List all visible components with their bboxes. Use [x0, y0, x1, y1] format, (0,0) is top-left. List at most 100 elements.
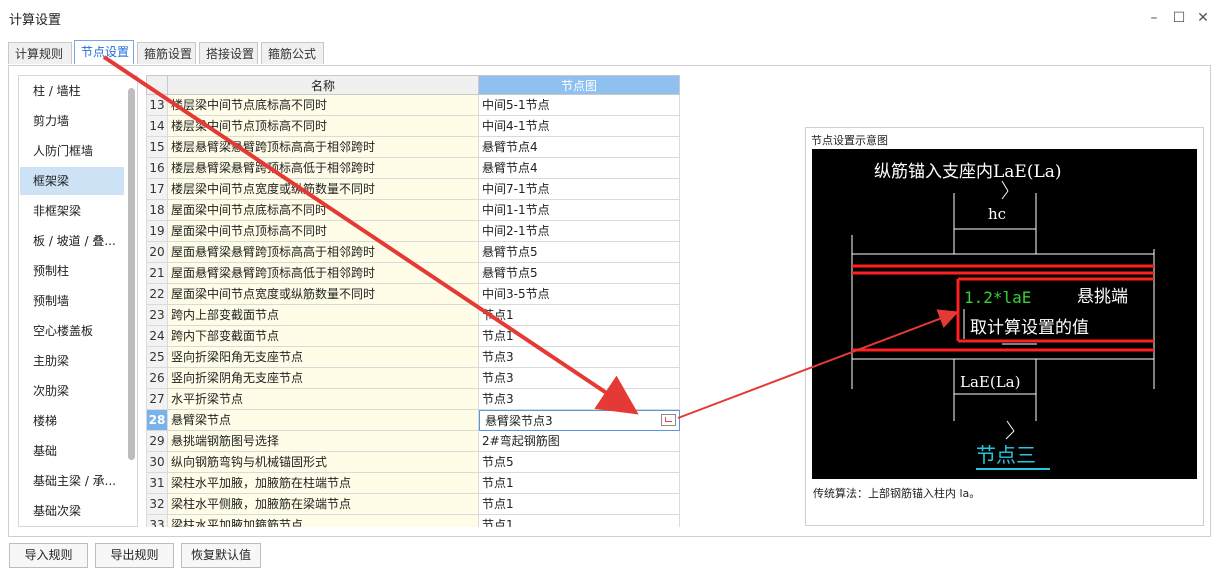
node-picker-icon[interactable]: [661, 414, 676, 426]
tab-stirrup-formula[interactable]: 箍筋公式: [261, 42, 324, 64]
table-row[interactable]: 25 竖向折梁阳角无支座节点 节点3: [146, 347, 680, 368]
row-node[interactable]: 节点1: [479, 515, 680, 527]
row-node[interactable]: 悬臂节点5: [479, 263, 680, 284]
row-node[interactable]: 中间5-1节点: [479, 95, 680, 116]
sidebar-item-frame-beam[interactable]: 框架梁: [20, 167, 124, 195]
node-preview-panel: 节点设置示意图 纵筋锚入支座内LaE(La) hc 1.2*laE 悬挑端 取计…: [805, 127, 1204, 526]
table-row[interactable]: 23 跨内上部变截面节点 节点1: [146, 305, 680, 326]
row-node[interactable]: 节点1: [479, 494, 680, 515]
row-node[interactable]: 悬臂节点5: [479, 242, 680, 263]
sidebar-item-foundation-secondary-beam[interactable]: 基础次梁: [20, 497, 124, 525]
row-node[interactable]: 中间2-1节点: [479, 221, 680, 242]
table-row[interactable]: 13 楼层梁中间节点底标高不同时 中间5-1节点: [146, 95, 680, 116]
table-row[interactable]: 15 楼层悬臂梁悬臂跨顶标高高于相邻跨时 悬臂节点4: [146, 137, 680, 158]
row-num: 26: [146, 368, 168, 389]
row-node[interactable]: 悬臂节点4: [479, 158, 680, 179]
header-num: [146, 75, 168, 95]
table-row[interactable]: 31 梁柱水平加腋，加腋筋在柱端节点 节点1: [146, 473, 680, 494]
row-name: 竖向折梁阳角无支座节点: [168, 347, 479, 368]
row-node[interactable]: 悬臂节点4: [479, 137, 680, 158]
table-row[interactable]: 27 水平折梁节点 节点3: [146, 389, 680, 410]
table-row[interactable]: 21 屋面悬臂梁悬臂跨顶标高低于相邻跨时 悬臂节点5: [146, 263, 680, 284]
title-bar: 计算设置 – ☐ ✕: [0, 0, 1211, 38]
sidebar-item-slab[interactable]: 板 / 坡道 / 叠...: [20, 227, 124, 255]
row-node[interactable]: 节点1: [479, 473, 680, 494]
tab-stirrup-settings[interactable]: 箍筋设置: [137, 42, 196, 64]
row-num: 21: [146, 263, 168, 284]
row-num: 27: [146, 389, 168, 410]
label-lae: LaE(La): [960, 373, 1020, 391]
row-node[interactable]: 节点1: [479, 305, 680, 326]
header-node[interactable]: 节点图: [478, 75, 680, 95]
table-row[interactable]: 14 楼层梁中间节点顶标高不同时 中间4-1节点: [146, 116, 680, 137]
table-row[interactable]: 19 屋面梁中间节点顶标高不同时 中间2-1节点: [146, 221, 680, 242]
sidebar-item-hollow-slab[interactable]: 空心楼盖板: [20, 317, 124, 345]
sidebar-item-nonframe-beam[interactable]: 非框架梁: [20, 197, 124, 225]
sidebar-item-precast-wall[interactable]: 预制墙: [20, 287, 124, 315]
table-row-selected[interactable]: 28 悬臂梁节点 悬臂梁节点3: [146, 410, 680, 431]
table-row[interactable]: 29 悬挑端钢筋图号选择 2#弯起钢筋图: [146, 431, 680, 452]
table-row[interactable]: 22 屋面梁中间节点宽度或纵筋数量不同时 中间3-5节点: [146, 284, 680, 305]
sidebar-item-civil-defense-wall[interactable]: 人防门框墙: [20, 137, 124, 165]
tab-lap-settings[interactable]: 搭接设置: [199, 42, 258, 64]
tab-node-settings[interactable]: 节点设置: [74, 40, 134, 64]
tab-calc-rules[interactable]: 计算规则: [8, 42, 72, 64]
label-overhang: 悬挑端: [1077, 287, 1128, 307]
restore-defaults-button[interactable]: 恢复默认值: [181, 543, 261, 568]
minimize-icon[interactable]: –: [1144, 8, 1164, 28]
table-row[interactable]: 20 屋面悬臂梁悬臂跨顶标高高于相邻跨时 悬臂节点5: [146, 242, 680, 263]
row-node[interactable]: 中间1-1节点: [479, 200, 680, 221]
row-num: 24: [146, 326, 168, 347]
row-num: 18: [146, 200, 168, 221]
row-num: 17: [146, 179, 168, 200]
row-node-editor[interactable]: 悬臂梁节点3: [479, 410, 680, 431]
component-sidebar: 柱 / 墙柱 剪力墙 人防门框墙 框架梁 非框架梁 板 / 坡道 / 叠... …: [18, 75, 138, 527]
table-row[interactable]: 33 梁柱水平加腋加箍筋节点 节点1: [146, 515, 680, 527]
row-name: 梁柱水平侧腋，加腋筋在梁端节点: [168, 494, 479, 515]
row-name: 梁柱水平加腋，加腋筋在柱端节点: [168, 473, 479, 494]
table-row[interactable]: 17 楼层梁中间节点宽度或纵筋数量不同时 中间7-1节点: [146, 179, 680, 200]
row-node[interactable]: 2#弯起钢筋图: [479, 431, 680, 452]
node-settings-table: 名称 节点图 13 楼层梁中间节点底标高不同时 中间5-1节点 14 楼层梁中间节点顶…: [146, 75, 680, 527]
row-name: 屋面梁中间节点底标高不同时: [168, 200, 479, 221]
preview-title: 节点设置示意图: [811, 134, 888, 147]
row-node[interactable]: 节点3: [479, 368, 680, 389]
row-num: 16: [146, 158, 168, 179]
sidebar-scrollbar[interactable]: [128, 88, 135, 460]
row-node[interactable]: 中间7-1节点: [479, 179, 680, 200]
sidebar-item-main-rib-beam[interactable]: 主肋梁: [20, 347, 124, 375]
row-name: 楼层梁中间节点顶标高不同时: [168, 116, 479, 137]
table-row[interactable]: 32 梁柱水平侧腋，加腋筋在梁端节点 节点1: [146, 494, 680, 515]
table-row[interactable]: 30 纵向钢筋弯钩与机械锚固形式 节点5: [146, 452, 680, 473]
window-title: 计算设置: [9, 13, 62, 28]
sidebar-item-column[interactable]: 柱 / 墙柱: [20, 77, 124, 105]
sidebar-item-shear-wall[interactable]: 剪力墙: [20, 107, 124, 135]
table-row[interactable]: 18 屋面梁中间节点底标高不同时 中间1-1节点: [146, 200, 680, 221]
row-node[interactable]: 中间3-5节点: [479, 284, 680, 305]
row-name: 竖向折梁阴角无支座节点: [168, 368, 479, 389]
sidebar-item-secondary-rib-beam[interactable]: 次肋梁: [20, 377, 124, 405]
header-name[interactable]: 名称: [167, 75, 479, 95]
close-icon[interactable]: ✕: [1193, 8, 1211, 28]
row-node[interactable]: 节点1: [479, 326, 680, 347]
table-row[interactable]: 16 楼层悬臂梁悬臂跨顶标高低于相邻跨时 悬臂节点4: [146, 158, 680, 179]
table-row[interactable]: 24 跨内下部变截面节点 节点1: [146, 326, 680, 347]
maximize-icon[interactable]: ☐: [1169, 8, 1189, 28]
row-node[interactable]: 中间4-1节点: [479, 116, 680, 137]
sidebar-item-foundation[interactable]: 基础: [20, 437, 124, 465]
sidebar-item-foundation-main-beam[interactable]: 基础主梁 / 承...: [20, 467, 124, 495]
row-num: 33: [146, 515, 168, 527]
row-node[interactable]: 节点3: [479, 389, 680, 410]
row-node[interactable]: 节点5: [479, 452, 680, 473]
export-rules-button[interactable]: 导出规则: [95, 543, 174, 568]
row-node[interactable]: 节点3: [479, 347, 680, 368]
label-calc: 取计算设置的值: [970, 318, 1089, 338]
row-num: 23: [146, 305, 168, 326]
row-node-value: 悬臂梁节点3: [485, 414, 553, 428]
sidebar-item-precast-column[interactable]: 预制柱: [20, 257, 124, 285]
table-row[interactable]: 26 竖向折梁阴角无支座节点 节点3: [146, 368, 680, 389]
sidebar-item-stairs[interactable]: 楼梯: [20, 407, 124, 435]
row-name: 悬挑端钢筋图号选择: [168, 431, 479, 452]
row-name: 水平折梁节点: [168, 389, 479, 410]
import-rules-button[interactable]: 导入规则: [9, 543, 88, 568]
